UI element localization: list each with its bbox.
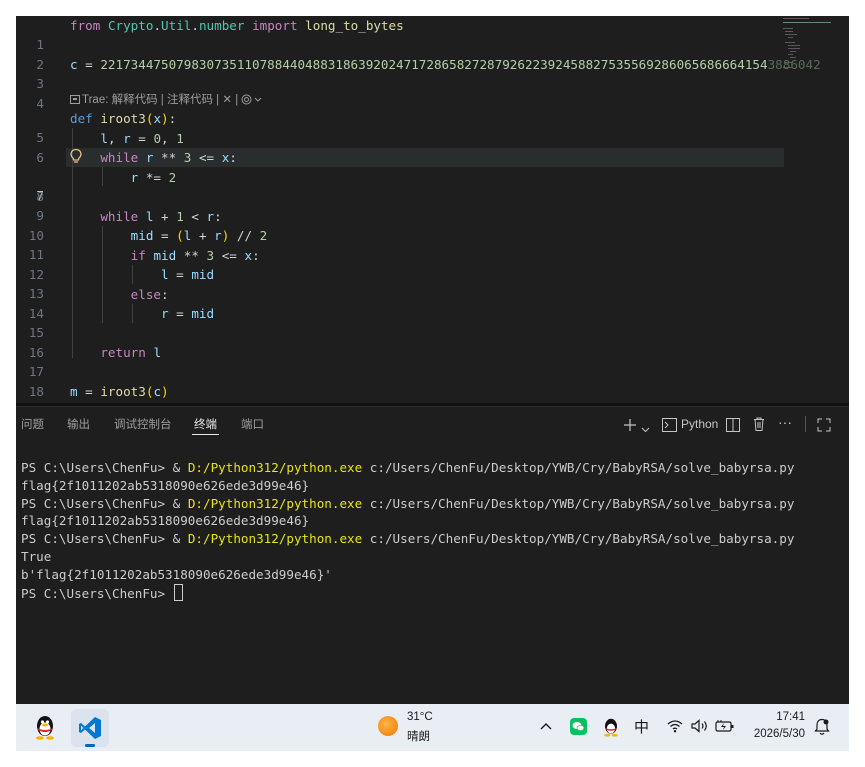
vscode-taskbar-button[interactable]	[71, 709, 109, 747]
c-value: 2217344750798307351107884404883186392024…	[100, 57, 768, 72]
indent-guide	[132, 265, 133, 284]
weather-description[interactable]: 晴朗	[407, 728, 430, 744]
terminal-prompt: PS C:\Users\ChenFu>	[21, 460, 173, 475]
sunny-weather-icon[interactable]	[378, 716, 398, 736]
wifi-icon[interactable]	[667, 719, 683, 733]
terminal-amp: &	[172, 460, 188, 475]
chevron-down-icon[interactable]	[641, 421, 650, 439]
active-tab-indicator	[192, 434, 219, 435]
codelens-text[interactable]: Trae: 解释代码 | 注释代码 | ✕ |	[82, 94, 241, 106]
tab-output[interactable]: 输出	[67, 416, 90, 432]
qq-tray-icon[interactable]	[602, 717, 620, 737]
code-line-16: 16	[16, 324, 849, 360]
terminal-prompt: PS C:\Users\ChenFu>	[21, 585, 173, 601]
notification-bell-icon[interactable]	[814, 718, 830, 736]
indent-guide	[132, 304, 133, 323]
code-line-2: 2	[16, 36, 849, 72]
trae-icon	[70, 95, 80, 104]
terminal-cursor	[173, 583, 183, 601]
code-line-1: 1 from Crypto.Util.number import long_to…	[16, 16, 849, 52]
code-line-9: 9	[16, 187, 849, 223]
terminal-exe: D:/Python312/python.exe	[187, 460, 363, 475]
terminal-script: c:/Users/ChenFu/Desktop/YWB/Cry/BabyRSA/…	[362, 531, 795, 547]
terminal-prompt: PS C:\Users\ChenFu>	[21, 531, 173, 547]
trash-icon[interactable]	[752, 415, 766, 433]
terminal-icon	[662, 418, 677, 432]
code-line-12: 12 if mid ** 3 <= x:	[16, 246, 849, 282]
terminal-prompt: PS C:\Users\ChenFu>	[21, 495, 173, 511]
indent-guide	[102, 167, 103, 186]
terminal-output[interactable]: PS C:\Users\ChenFu> & D:/Python312/pytho…	[21, 459, 841, 602]
code-line-17: 17 return l	[16, 343, 849, 379]
vscode-icon	[79, 717, 101, 739]
clock-time[interactable]: 17:41	[735, 711, 805, 723]
maximize-panel-icon[interactable]	[817, 416, 831, 434]
code-editor[interactable]: 1 from Crypto.Util.number import long_to…	[16, 16, 849, 406]
trae-codelens[interactable]: Trae: 解释代码 | 注释代码 | ✕ |	[70, 92, 262, 108]
terminal-output-line: b'flag{2f1011202ab5318090e626ede3d99e46}…	[21, 566, 332, 582]
code-line-5: 5 def iroot3(x):	[16, 109, 849, 145]
weather-temperature[interactable]: 31°C	[407, 711, 433, 723]
at-icon[interactable]	[241, 94, 252, 105]
code-line-13: 13 l = mid	[16, 265, 849, 301]
code-line-3: 3 c = 2217344750798307351107884404883186…	[16, 55, 849, 91]
code-line-6: 6 l, r = 0, 1	[16, 129, 849, 165]
terminal-output-line: True	[21, 548, 52, 564]
bottom-panel: 问题 输出 调试控制台 终端 端口 Python ··· PS C:\Users…	[16, 406, 849, 705]
code-line-14: 14 else:	[16, 285, 849, 321]
code-line-4: 4	[16, 75, 849, 111]
terminal-exe: D:/Python312/python.exe	[187, 495, 363, 511]
code-line-10: 10 while l + 1 < r:	[16, 207, 849, 243]
toolbar-divider	[805, 416, 806, 432]
vscode-window: 1 from Crypto.Util.number import long_to…	[16, 16, 849, 751]
code-line-19: 19 m = iroot3(c)	[16, 382, 849, 406]
terminal-output-line: flag{2f1011202ab5318090e626ede3d99e46}	[21, 477, 310, 493]
chevron-down-icon[interactable]	[254, 97, 262, 103]
terminal-profile-label[interactable]: Python	[681, 415, 718, 433]
panel-toolbar: Python ···	[609, 407, 849, 441]
wechat-icon[interactable]	[570, 718, 587, 735]
tab-ports[interactable]: 端口	[241, 416, 264, 432]
terminal-amp: &	[172, 495, 188, 511]
code-line-8: 8 r *= 2	[16, 168, 849, 204]
tab-debug-console[interactable]: 调试控制台	[114, 416, 172, 432]
volume-icon[interactable]	[691, 719, 709, 733]
windows-taskbar: 31°C 晴朗 中 17:41 2026/5/30	[16, 704, 849, 751]
terminal-script: c:/Users/ChenFu/Desktop/YWB/Cry/BabyRSA/…	[362, 495, 795, 511]
terminal-output-line: flag{2f1011202ab5318090e626ede3d99e46}	[21, 513, 310, 529]
tab-terminal[interactable]: 终端	[194, 416, 217, 432]
clock-date[interactable]: 2026/5/30	[725, 728, 805, 740]
indent-guide	[102, 226, 103, 323]
code-line-7: 7 while r ** 3 <= x:	[16, 148, 849, 203]
ime-indicator[interactable]: 中	[634, 716, 649, 737]
lightbulb-icon[interactable]	[69, 148, 83, 164]
add-terminal-icon[interactable]	[623, 416, 637, 434]
active-app-indicator	[85, 744, 95, 747]
more-actions-icon[interactable]: ···	[778, 413, 792, 431]
tab-problems[interactable]: 问题	[21, 416, 44, 432]
c-value-overflow: 3886042	[767, 57, 821, 72]
terminal-exe: D:/Python312/python.exe	[187, 531, 363, 547]
code-line-11: 11 mid = (l + r) // 2	[16, 226, 849, 262]
split-terminal-icon[interactable]	[726, 416, 740, 434]
chevron-up-icon[interactable]	[540, 722, 552, 730]
qq-penguin-icon[interactable]	[33, 714, 57, 740]
terminal-amp: &	[172, 531, 188, 547]
code-line-15: 15 r = mid	[16, 304, 849, 340]
code-line-18: 18	[16, 363, 849, 399]
terminal-script: c:/Users/ChenFu/Desktop/YWB/Cry/BabyRSA/…	[362, 460, 795, 475]
